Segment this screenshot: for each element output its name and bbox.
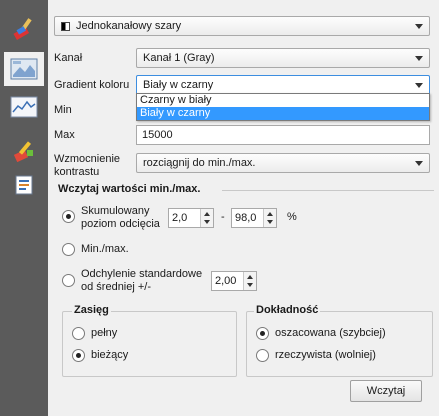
band-value: Kanał 1 (Gray): [143, 52, 215, 64]
spinner-buttons[interactable]: [243, 272, 256, 290]
histogram-icon[interactable]: [4, 90, 44, 124]
minmax-label: Min./max.: [81, 243, 129, 255]
contrast-value: rozciągnij do min./max.: [143, 157, 256, 169]
cumulative-separator: -: [221, 211, 225, 223]
style-brush-icon[interactable]: [4, 134, 44, 168]
load-button-label: Wczytaj: [366, 385, 406, 397]
load-minmax-title: Wczytaj wartości min./max.: [58, 183, 201, 195]
accuracy-estimate-label: oszacowana (szybciej): [275, 327, 386, 339]
max-label: Max: [54, 129, 75, 141]
gradient-value: Biały w czarny: [143, 79, 214, 91]
band-label: Kanał: [54, 52, 83, 64]
stddev-radio[interactable]: [62, 274, 75, 287]
extent-title: Zasięg: [72, 304, 111, 316]
accuracy-group: [246, 311, 433, 377]
gradient-swatch-icon: [61, 21, 70, 31]
accuracy-actual-radio[interactable]: [256, 349, 269, 362]
sidebar: [0, 0, 48, 416]
cumulative-high-value: 98,0: [235, 212, 257, 224]
gradient-option[interactable]: Czarny w biały: [137, 94, 429, 107]
gradient-label: Gradient koloru: [54, 79, 130, 91]
contrast-select[interactable]: rozciągnij do min./max.: [136, 153, 430, 173]
chevron-down-icon: [415, 24, 423, 29]
max-value: 15000: [142, 129, 173, 141]
extent-full-label: pełny: [91, 327, 118, 339]
cumulative-radio[interactable]: [62, 210, 75, 223]
symbology-raster-icon[interactable]: [4, 52, 44, 86]
renderer-type-select[interactable]: Jednokanałowy szary: [54, 16, 430, 36]
stddev-label: Odchylenie standardowe od średniej +/-: [81, 268, 203, 293]
section-divider: [222, 190, 434, 191]
accuracy-title: Dokładność: [254, 304, 321, 316]
chevron-down-icon: [415, 83, 423, 88]
accuracy-actual-label: rzeczywista (wolniej): [275, 349, 376, 361]
main-panel: Jednokanałowy szary Kanał Kanał 1 (Gray)…: [48, 0, 439, 416]
paint-brush-icon[interactable]: [4, 10, 44, 44]
cumulative-low-spinbox[interactable]: 2,0: [168, 208, 214, 228]
max-input[interactable]: 15000: [136, 125, 430, 145]
chevron-down-icon: [415, 161, 423, 166]
percent-unit: %: [287, 211, 297, 223]
load-button[interactable]: Wczytaj: [350, 380, 422, 402]
stddev-spinbox[interactable]: 2,00: [211, 271, 257, 291]
band-select[interactable]: Kanał 1 (Gray): [136, 48, 430, 68]
spinner-buttons[interactable]: [263, 209, 276, 227]
cumulative-high-spinbox[interactable]: 98,0: [231, 208, 277, 228]
gradient-select[interactable]: Biały w czarny: [136, 75, 430, 95]
gradient-dropdown-list: Czarny w biały Biały w czarny: [136, 93, 430, 121]
gradient-option-selected[interactable]: Biały w czarny: [137, 107, 429, 120]
stddev-value: 2,00: [215, 275, 237, 287]
extent-full-radio[interactable]: [72, 327, 85, 340]
cumulative-label: Skumulowany poziom odcięcia: [81, 205, 160, 230]
spinner-buttons[interactable]: [200, 209, 213, 227]
extent-current-radio[interactable]: [72, 349, 85, 362]
chevron-down-icon: [415, 56, 423, 61]
cumulative-low-value: 2,0: [172, 212, 188, 224]
metadata-icon[interactable]: [4, 168, 44, 202]
minmax-radio[interactable]: [62, 243, 75, 256]
extent-group: [62, 311, 237, 377]
accuracy-estimate-radio[interactable]: [256, 327, 269, 340]
contrast-label: Wzmocnienie kontrastu: [54, 153, 121, 178]
extent-current-label: bieżący: [91, 349, 129, 361]
min-label: Min: [54, 104, 72, 116]
renderer-type-value: Jednokanałowy szary: [76, 20, 182, 32]
